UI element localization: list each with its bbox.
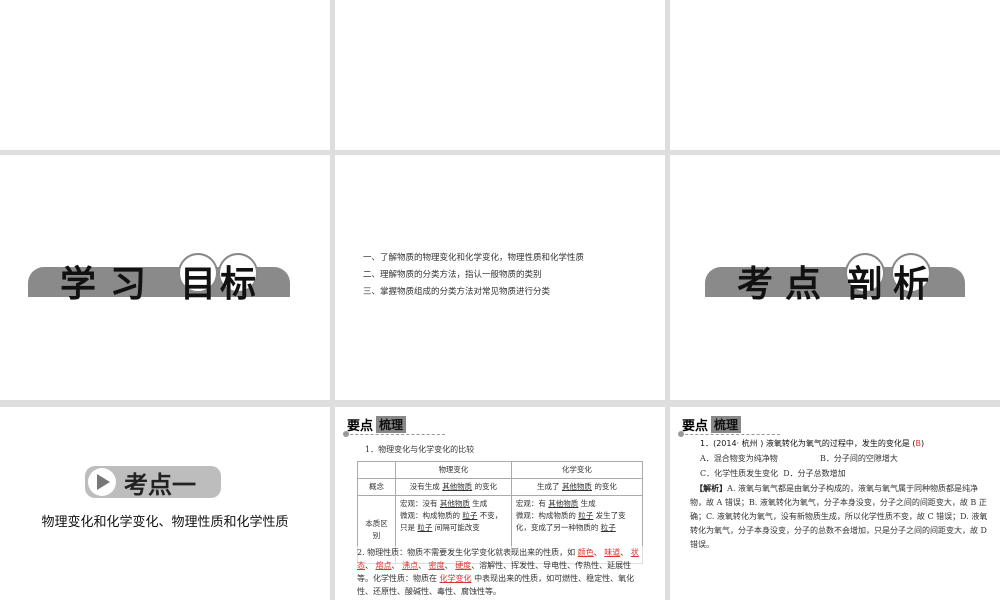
banner-char: 目	[180, 264, 217, 305]
slide-thumbnail-top-left[interactable]	[0, 0, 330, 150]
header-text: 要点	[682, 419, 709, 434]
cell-text: 没有生成	[409, 482, 440, 491]
option: D．分子总数增加	[783, 469, 846, 478]
point-badge: 考点一	[85, 466, 221, 499]
blank-answer: 其他物质	[561, 482, 592, 491]
cell-text: 的变化	[474, 482, 498, 491]
goal-list: 一、了解物质的物理变化和化学变化，物理性质和化学性质 二、理解物质的分类方法，指…	[363, 250, 584, 301]
table-row: 概念 没有生成 其他物质 的变化 生成了 其他物质 的变化	[357, 478, 644, 496]
table-row: 物理变化 化学变化	[357, 461, 644, 479]
cell-text: 生成	[472, 499, 488, 508]
header-box: 梳理	[376, 416, 407, 433]
analysis: 【解析】A. 液氧与氧气都是由氧分子构成的，液氧与氧气属于同种物质都是纯净物，故…	[690, 481, 990, 552]
cell-text: 的变化	[594, 482, 617, 491]
cell-text: 微观：构成物质的	[515, 511, 576, 520]
goal-item: 一、了解物质的物理变化和化学变化，物理性质和化学性质	[363, 253, 585, 263]
summary-title: 1．物理变化与化学变化的比较	[365, 445, 475, 454]
banner-char: 析	[893, 264, 930, 305]
header-box: 梳理	[711, 416, 742, 433]
question: 1．(2014· 杭州 ) 液氧转化为氧气的过程中，发生的变化是 (B)	[700, 437, 924, 450]
dashed-divider	[345, 434, 445, 435]
goal-item: 二、理解物质的分类方法，指认一般物质的类别	[363, 270, 542, 280]
cell-text: 宏观：没有	[400, 499, 438, 508]
table-cell: 生成了 其他物质 的变化	[510, 478, 644, 496]
slide-thumbnail-point-one[interactable]: 考点一 物理变化和化学变化、物理性质和化学性质	[0, 407, 330, 600]
slide-thumbnail-top-middle[interactable]	[335, 0, 665, 150]
section-header: 要点 梳理	[682, 415, 742, 434]
blank-answer: 粒子	[600, 523, 616, 532]
blank-answer: 化学变化	[439, 574, 472, 583]
blank-answer: 其他物质	[439, 499, 470, 508]
banner-char: 学	[60, 264, 97, 305]
goal-item: 三、掌握物质组成的分类方法对常见物质进行分类	[363, 287, 551, 297]
slide-thumbnail-objectives[interactable]: 学 习 目 标	[0, 155, 330, 400]
blank-answer: 颜色	[577, 548, 594, 557]
blank-answer: 密度	[428, 561, 445, 570]
title-banner: 考 点 剖 析	[705, 253, 965, 305]
blank-answer: 味道	[604, 548, 621, 557]
question-text: )	[921, 439, 925, 448]
blank-answer: 其他物质	[548, 499, 579, 508]
banner-char: 考	[737, 264, 774, 305]
banner-char: 习	[110, 264, 147, 305]
banner-char: 标	[220, 264, 257, 305]
slide-thumbnail-analysis[interactable]: 考 点 剖 析	[670, 155, 1000, 400]
cell-text: 微观：构成物质的	[400, 511, 460, 520]
point-badge-label: 考点一	[124, 470, 196, 499]
paragraph-text: 2. 物理性质：物质不需要发生化学变化就表现出来的性质，如	[357, 548, 576, 557]
analysis-text: A. 液氧与氧气都是由氧分子构成的，液氧与氧气属于同种物质都是纯净物，故 A 错…	[690, 484, 988, 549]
banner-char: 剖	[847, 264, 884, 305]
row-label: 概念	[357, 478, 396, 496]
cell-text: 生成了	[537, 482, 560, 491]
physical-property-paragraph: 2. 物理性质：物质不需要发生化学变化就表现出来的性质，如 颜色、 味道、 状态…	[357, 546, 647, 598]
blank-answer: 熔点	[375, 561, 392, 570]
table-cell: 没有生成 其他物质 的变化	[395, 478, 512, 496]
table-header	[357, 461, 396, 479]
slide-thumbnail-top-right[interactable]	[670, 0, 1000, 150]
table-header: 物理变化	[395, 461, 512, 479]
blank-answer: 粒子	[417, 523, 433, 532]
blank-answer: 沸点	[402, 561, 419, 570]
blank-answer: 其他物质	[442, 482, 473, 491]
header-text: 要点	[347, 419, 374, 434]
slide-thumbnail-exercise[interactable]: 要点 梳理 1．(2014· 杭州 ) 液氧转化为氧气的过程中，发生的变化是 (B…	[670, 407, 1000, 600]
banner-char: 点	[785, 264, 822, 305]
slide-thumbnail-summary[interactable]: 要点 梳理 1．物理变化与化学变化的比较 物理变化 化学变化 概念 没有生成 其他物…	[335, 407, 665, 600]
cell-text: 宏观：有	[515, 499, 546, 508]
cell-text: 间隔可能改变	[434, 523, 480, 532]
question-text: 1．(2014· 杭州 ) 液氧转化为氧气的过程中，发生的变化是 (	[700, 439, 916, 448]
cell-text: 生成	[580, 499, 596, 508]
slide-thumbnail-goals[interactable]: 一、了解物质的物理变化和化学变化，物理性质和化学性质 二、理解物质的分类方法，指…	[335, 155, 665, 400]
blank-answer: 粒子	[462, 511, 478, 520]
option: B．分子间的空隙增大	[820, 454, 898, 463]
analysis-label: 【解析】	[695, 483, 728, 493]
blank-answer: 粒子	[578, 511, 594, 520]
dashed-divider	[680, 434, 780, 435]
options: A．混合物变为纯净物 B．分子间的空隙增大 C．化学性质发生变化 D．分子总数增加	[700, 451, 980, 481]
option: A．混合物变为纯净物	[700, 454, 778, 463]
point-subtitle: 物理变化和化学变化、物理性质和化学性质	[41, 515, 289, 530]
section-header: 要点 梳理	[347, 415, 407, 434]
table-header: 化学变化	[510, 461, 644, 479]
blank-answer: 硬度	[455, 561, 472, 570]
title-banner: 学 习 目 标	[28, 253, 290, 305]
play-icon	[88, 468, 116, 496]
option: C．化学性质发生变化	[700, 469, 779, 478]
